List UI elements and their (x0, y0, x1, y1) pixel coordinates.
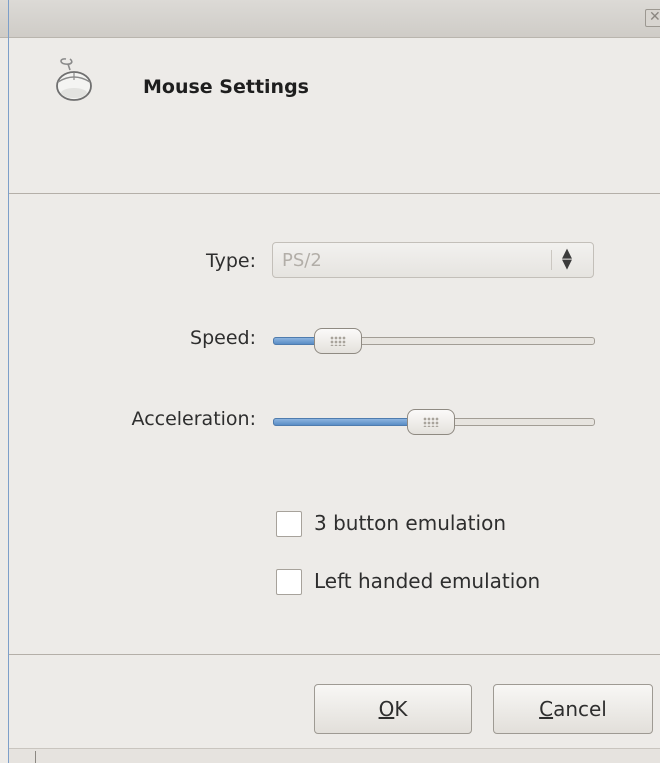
type-combobox[interactable]: PS/2 ▲ ▼ (272, 242, 594, 278)
cancel-label-rest: ancel (553, 697, 607, 721)
dialog-header (9, 38, 660, 194)
window-titlebar[interactable]: ✕ (0, 0, 660, 38)
three-button-emulation-checkbox[interactable] (276, 511, 302, 537)
type-label: Type: (205, 250, 256, 272)
slider-thumb[interactable] (407, 409, 455, 435)
combo-separator (551, 250, 552, 270)
close-icon: ✕ (649, 9, 660, 25)
cancel-mnemonic: C (539, 697, 554, 721)
grip-icon (423, 417, 439, 427)
bottom-tick (35, 751, 36, 763)
slider-fill (273, 337, 318, 345)
slider-thumb[interactable] (314, 328, 362, 354)
cancel-button[interactable]: Cancel (493, 684, 653, 734)
mouse-icon (56, 58, 92, 101)
close-button[interactable]: ✕ (645, 9, 660, 27)
dialog-title: Mouse Settings (143, 76, 309, 98)
grip-icon (330, 336, 346, 346)
ok-mnemonic: O (378, 697, 395, 721)
three-button-emulation-label[interactable]: 3 button emulation (314, 511, 506, 535)
left-handed-emulation-checkbox[interactable] (276, 569, 302, 595)
speed-label: Speed: (190, 327, 256, 349)
up-down-arrows-icon: ▲ ▼ (562, 247, 572, 272)
footer-divider (9, 654, 660, 655)
acceleration-slider[interactable] (273, 407, 595, 437)
ok-label-rest: K (394, 697, 408, 721)
arrow-down-icon: ▼ (562, 257, 572, 272)
window-edge (8, 0, 9, 38)
speed-slider[interactable] (273, 326, 595, 356)
type-value: PS/2 (282, 250, 322, 271)
slider-fill (273, 418, 411, 426)
ok-button[interactable]: OK (314, 684, 472, 734)
acceleration-label: Acceleration: (131, 408, 256, 430)
bottom-edge (9, 748, 660, 763)
left-handed-emulation-label[interactable]: Left handed emulation (314, 569, 540, 593)
